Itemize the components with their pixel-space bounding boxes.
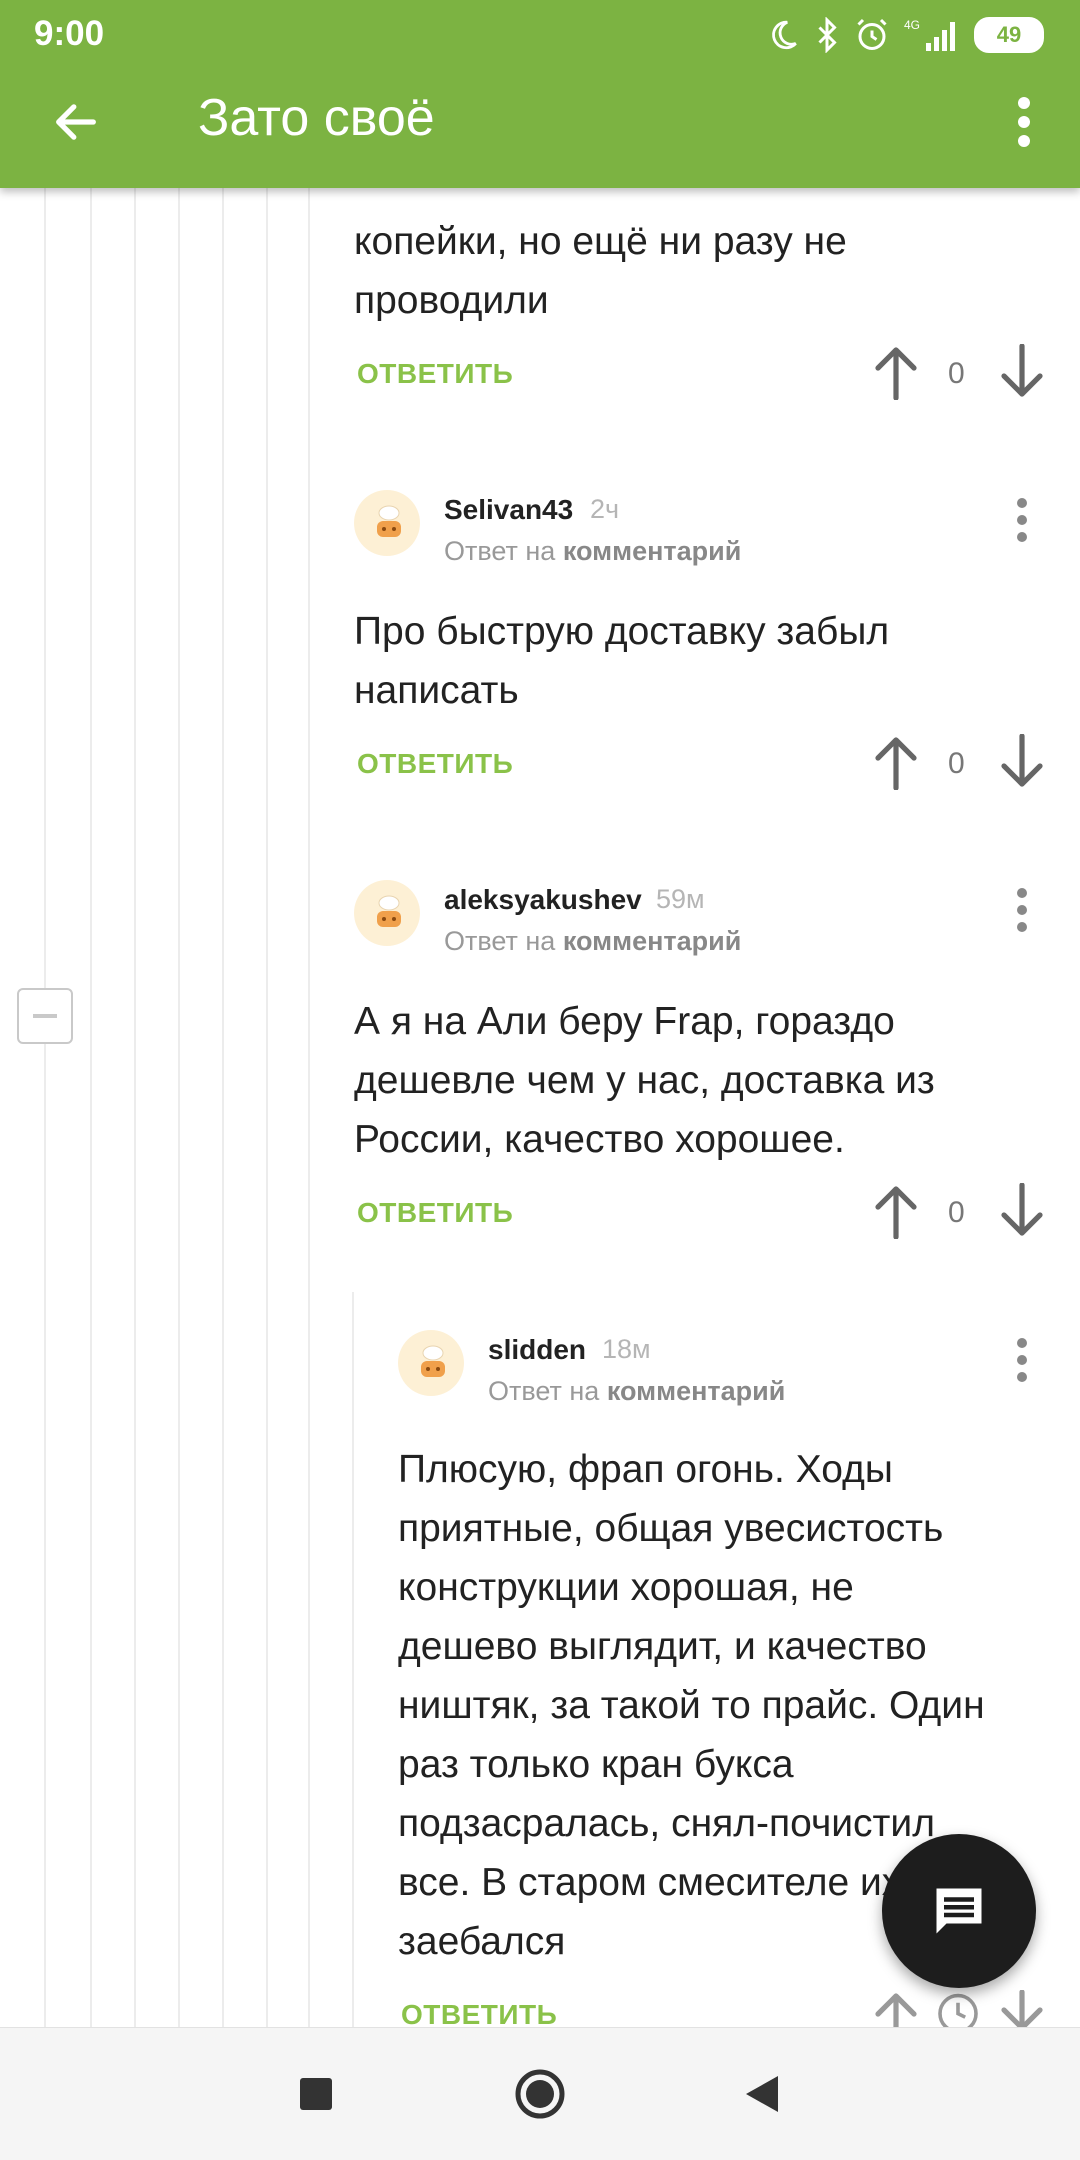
arrow-left-icon (56, 104, 96, 140)
avatar[interactable] (398, 1330, 464, 1396)
arrow-down-icon (1001, 733, 1043, 787)
home-button[interactable] (510, 2064, 570, 2124)
default-avatar-icon (377, 505, 401, 537)
comment-text: копейки, но ещё ни разу не проводили (354, 220, 847, 322)
reply-to-line: Ответ на комментарий (488, 1376, 785, 1407)
system-nav-bar (0, 2027, 1080, 2160)
comment-text: Про быструю доставку забыл написать (354, 610, 890, 712)
minus-icon (33, 1014, 57, 1018)
vote-score: 0 (948, 747, 965, 780)
reply-to-link[interactable]: комментарий (607, 1376, 786, 1406)
status-icons: 4G 49 (766, 12, 1044, 58)
thread-line (44, 188, 46, 2028)
comment-time: 18м (602, 1334, 651, 1364)
comment-menu-button[interactable] (1007, 1330, 1037, 1390)
bluetooth-icon (818, 17, 837, 53)
arrow-down-icon (1001, 343, 1043, 397)
reply-to-prefix: Ответ на (488, 1376, 600, 1406)
downvote-button[interactable] (998, 1182, 1046, 1243)
arrow-up-icon (875, 1993, 917, 2031)
reply-to-link[interactable]: комментарий (563, 536, 742, 566)
comment-menu-button[interactable] (1007, 880, 1037, 940)
upvote-button[interactable] (872, 1183, 920, 1243)
thread-line (178, 188, 180, 2028)
svg-text:4G: 4G (904, 18, 920, 32)
moon-icon (772, 20, 797, 50)
thread-line (134, 188, 136, 2028)
comment-author[interactable]: slidden (488, 1334, 586, 1366)
status-bar: 9:00 4G 49 (0, 0, 1080, 70)
reply-to-link[interactable]: комментарий (563, 926, 742, 956)
recents-button[interactable] (286, 2064, 346, 2124)
back-button[interactable] (44, 90, 108, 154)
overflow-menu-button[interactable] (1004, 90, 1044, 154)
status-time: 9:00 (34, 14, 105, 53)
alarm-icon (857, 18, 887, 50)
more-vert-icon (1017, 498, 1027, 542)
avatar[interactable] (354, 880, 420, 946)
collapse-thread-button[interactable] (17, 988, 73, 1044)
reply-button[interactable]: ОТВЕТИТЬ (357, 358, 513, 390)
comment-author[interactable]: aleksyakushev (444, 884, 642, 916)
vote-score: 0 (948, 357, 965, 390)
thread-line (222, 188, 224, 2028)
upvote-button[interactable] (872, 344, 920, 404)
arrow-up-icon (875, 347, 917, 401)
arrow-down-icon (1001, 1182, 1043, 1236)
default-avatar-icon (377, 895, 401, 927)
new-comment-fab[interactable] (882, 1834, 1036, 1988)
signal-icon: 4G (904, 18, 955, 51)
arrow-up-icon (875, 1186, 917, 1240)
more-vert-icon (1017, 888, 1027, 932)
comment-author[interactable]: Selivan43 (444, 494, 573, 526)
page-title: Зато своё (198, 89, 435, 147)
triangle-back-icon (746, 2076, 778, 2112)
reply-to-line: Ответ на комментарий (444, 536, 741, 567)
reply-to-prefix: Ответ на (444, 926, 556, 956)
reply-button[interactable]: ОТВЕТИТЬ (357, 1197, 513, 1229)
thread-line (90, 188, 92, 2028)
more-vert-icon (1017, 1338, 1027, 1382)
more-vert-icon (1018, 97, 1030, 147)
comment-time: 59м (656, 884, 705, 914)
thread-line (266, 188, 268, 2028)
reply-button[interactable]: ОТВЕТИТЬ (357, 748, 513, 780)
thread-line (352, 1292, 354, 2028)
reply-to-prefix: Ответ на (444, 536, 556, 566)
comment-icon (936, 1888, 982, 1934)
thread-line (308, 188, 310, 2028)
comment-menu-button[interactable] (1007, 490, 1037, 550)
back-nav-button[interactable] (732, 2064, 792, 2124)
downvote-button[interactable] (998, 733, 1046, 794)
circle-icon (515, 2069, 565, 2119)
downvote-button[interactable] (998, 343, 1046, 404)
vote-score: 0 (948, 1196, 965, 1229)
top-bar: 9:00 4G 49 Зато своё (0, 0, 1080, 188)
comment-text: А я на Али беру Frap, гораздо дешевле че… (354, 1000, 935, 1161)
battery-indicator: 49 (974, 17, 1044, 53)
square-icon (300, 2078, 332, 2110)
reply-to-line: Ответ на комментарий (444, 926, 741, 957)
comment-time: 2ч (590, 494, 620, 524)
avatar[interactable] (354, 490, 420, 556)
app-bar: Зато своё (0, 70, 1080, 188)
default-avatar-icon (421, 1345, 445, 1377)
arrow-down-icon (1001, 1989, 1043, 2031)
arrow-up-icon (875, 737, 917, 791)
upvote-button[interactable] (872, 734, 920, 794)
